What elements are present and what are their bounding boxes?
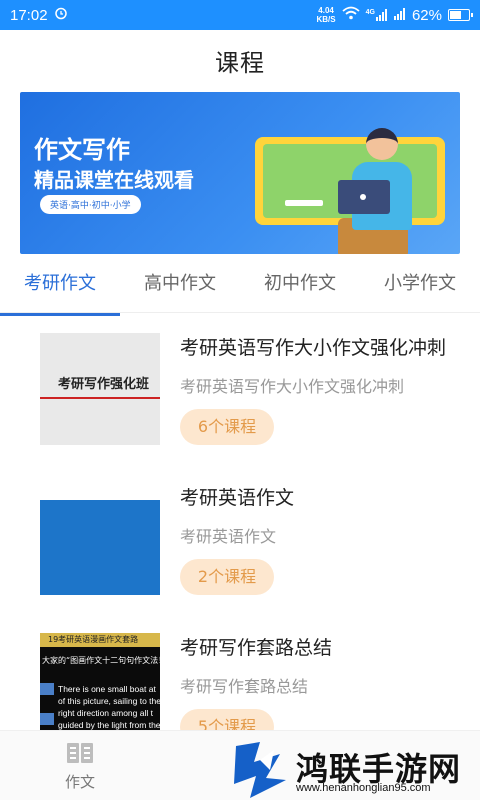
status-time: 17:02 <box>10 6 48 24</box>
tab-divider <box>0 312 480 313</box>
status-bar: 17:02 4.04 KB/S 4G 62% <box>0 0 480 30</box>
watermark-url: www.henanhonglian95.com <box>296 782 431 794</box>
tab-xiaoxue[interactable]: 小学作文 <box>360 262 480 314</box>
signal-4g-icon: 4G <box>366 9 388 21</box>
nav-item-essay[interactable]: 作文 <box>40 741 120 792</box>
banner-title: 作文写作 <box>34 136 130 164</box>
person-head <box>366 128 398 160</box>
course-count-badge: 2个课程 <box>180 559 274 595</box>
banner-subtitle: 精品课堂在线观看 <box>34 168 194 192</box>
course-item[interactable]: 考研写作强化班 考研英语写作大小作文强化冲刺 考研英语写作大小作文强化冲刺 6个… <box>0 333 480 473</box>
course-title: 考研英语写作大小作文强化冲刺 <box>180 337 447 359</box>
alarm-icon <box>54 6 68 24</box>
battery-percent: 62% <box>411 6 442 24</box>
watermark-logo <box>234 742 286 798</box>
course-thumbnail <box>40 500 160 600</box>
tab-gaozhong[interactable]: 高中作文 <box>120 262 240 314</box>
course-title: 考研写作套路总结 <box>180 637 333 659</box>
course-title: 考研英语作文 <box>180 487 295 509</box>
book-icon <box>67 743 93 763</box>
site-watermark: 鸿联手游网 www.henanhonglian95.com <box>230 740 480 800</box>
nav-item-label: 作文 <box>64 773 95 791</box>
battery-icon <box>448 9 473 21</box>
laptop-illustration <box>338 180 390 214</box>
category-tabs: 考研作文 高中作文 初中作文 小学作文 <box>0 262 480 316</box>
course-description: 考研英语作文 <box>180 527 277 546</box>
wifi-icon <box>342 6 360 24</box>
page-title: 课程 <box>215 48 265 77</box>
course-thumbnail: 19考研英语漫画作文套路 大家的“图画作文十二句句作文法！” There is … <box>40 633 160 733</box>
course-item[interactable]: 考研英语作文 考研英语作文 2个课程 <box>0 483 480 623</box>
promo-banner[interactable]: 作文写作 精品课堂在线观看 英语·高中·初中·小学 <box>20 92 460 254</box>
header: 课程 <box>0 30 480 90</box>
network-speed: 4.04 KB/S <box>316 6 336 24</box>
course-description: 考研英语写作大小作文强化冲刺 <box>180 377 405 396</box>
tab-chuzhong[interactable]: 初中作文 <box>240 262 360 314</box>
signal-icon <box>393 7 406 24</box>
tab-kaoyan[interactable]: 考研作文 <box>0 262 120 316</box>
course-thumbnail: 考研写作强化班 <box>40 333 160 445</box>
banner-tag: 英语·高中·初中·小学 <box>40 195 141 214</box>
course-description: 考研写作套路总结 <box>180 677 309 696</box>
course-count-badge: 6个课程 <box>180 409 274 445</box>
